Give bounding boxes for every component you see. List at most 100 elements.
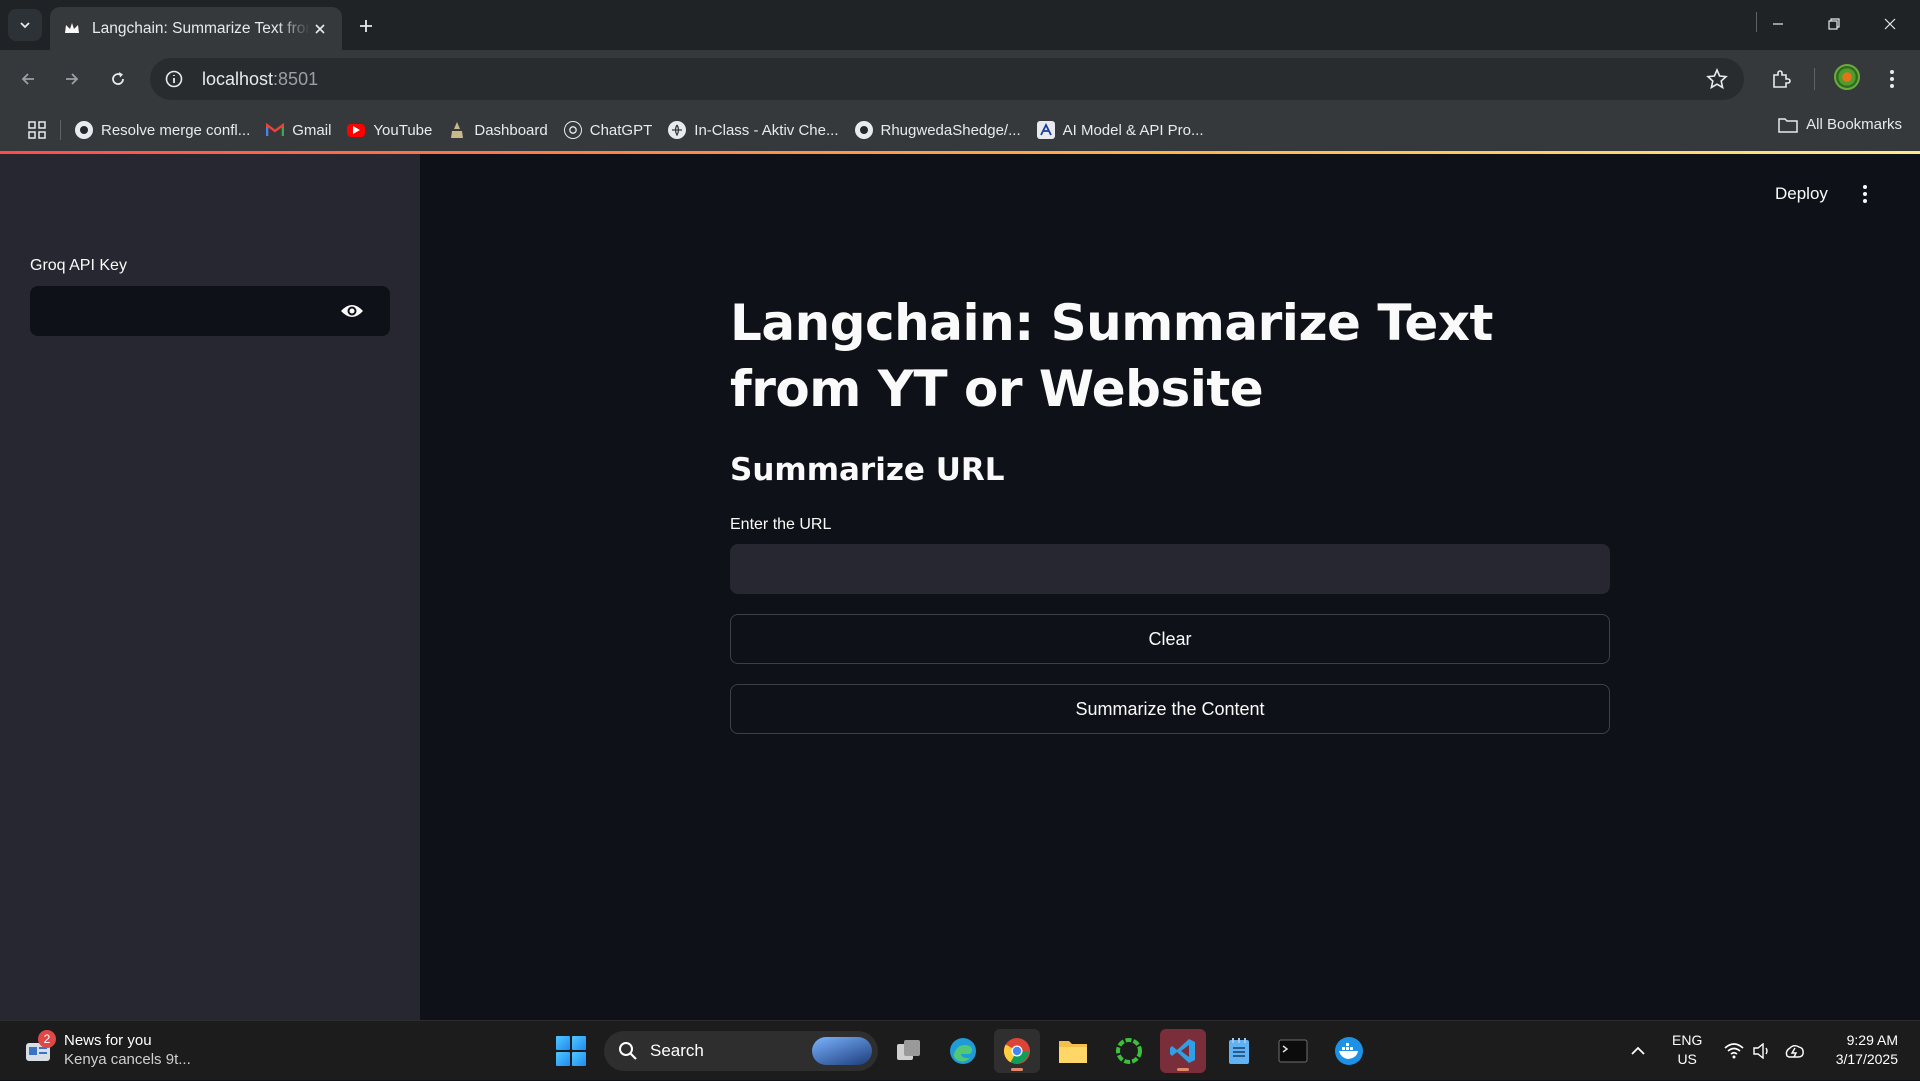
eye-icon[interactable]	[340, 301, 364, 321]
chevron-down-icon	[20, 22, 30, 29]
tab-search-button[interactable]	[8, 9, 42, 41]
bookmark-item[interactable]: In-Class - Aktiv Che...	[660, 116, 846, 144]
bookmark-star-icon[interactable]	[1706, 68, 1728, 90]
address-bar[interactable]: localhost:8501	[150, 58, 1744, 100]
bookmark-label: AI Model & API Pro...	[1062, 121, 1204, 139]
minimize-button[interactable]	[1756, 8, 1800, 40]
bookmark-item[interactable]: RhugwedaShedge/...	[847, 116, 1029, 144]
bookmark-label: Dashboard	[474, 121, 548, 139]
url-input-label: Enter the URL	[730, 516, 832, 533]
taskbar-search[interactable]: Search	[604, 1031, 878, 1071]
tab-title: Langchain: Summarize Text from YT or Web…	[92, 19, 310, 37]
restore-icon	[1828, 18, 1840, 30]
search-label: Search	[650, 1041, 704, 1060]
folder-icon	[1059, 1041, 1087, 1063]
bookmark-label: Gmail	[292, 121, 332, 139]
reload-button[interactable]	[102, 63, 134, 95]
extensions-button[interactable]	[1765, 63, 1797, 95]
language-code: ENG	[1672, 1032, 1703, 1048]
active-indicator	[1011, 1068, 1023, 1071]
chrome-icon	[1003, 1038, 1030, 1064]
chrome-app[interactable]	[994, 1029, 1040, 1073]
deploy-button[interactable]: Deploy	[1775, 184, 1828, 204]
notepad-icon	[1229, 1038, 1249, 1064]
wifi-button[interactable]	[1724, 1021, 1744, 1081]
bookmarks-divider	[60, 120, 61, 140]
search-icon	[619, 1042, 637, 1060]
url-input[interactable]	[730, 544, 1610, 594]
circle-app[interactable]	[1106, 1029, 1152, 1073]
all-bookmarks-button[interactable]: All Bookmarks	[1778, 116, 1902, 133]
bookmarks-divider	[1756, 12, 1757, 32]
bookmark-item[interactable]: ChatGPT	[556, 116, 661, 144]
browser-toolbar: localhost:8501	[0, 50, 1920, 108]
sidebar: Groq API Key	[0, 154, 420, 1020]
summarize-button[interactable]: Summarize the Content	[730, 684, 1610, 734]
terminal-icon	[1278, 1039, 1308, 1063]
notepad-app[interactable]	[1216, 1029, 1262, 1073]
close-window-button[interactable]	[1868, 8, 1912, 40]
volume-button[interactable]	[1752, 1021, 1772, 1081]
app-menu-button[interactable]	[1862, 184, 1868, 209]
app-body: Langchain: Summarize Text from YT or Web…	[730, 290, 1610, 734]
tray-overflow-button[interactable]	[1630, 1021, 1646, 1081]
apps-button[interactable]	[20, 116, 54, 144]
profile-avatar[interactable]	[1834, 64, 1860, 90]
forward-button[interactable]	[56, 63, 88, 95]
news-widget[interactable]: 2 News for you Kenya cancels 9t...	[24, 1030, 191, 1069]
docker-app[interactable]	[1326, 1029, 1372, 1073]
clear-button[interactable]: Clear	[730, 614, 1610, 664]
keyboard-region: US	[1677, 1051, 1697, 1067]
kebab-menu-icon	[1863, 185, 1867, 203]
bookmark-item[interactable]: Dashboard	[440, 116, 555, 144]
news-icon: 2	[24, 1030, 56, 1065]
task-view-button[interactable]	[886, 1029, 932, 1073]
vscode-app[interactable]	[1160, 1029, 1206, 1073]
battery-button[interactable]	[1784, 1021, 1806, 1081]
youtube-icon	[347, 123, 366, 137]
bookmark-item[interactable]: Gmail	[258, 116, 339, 144]
bookmark-item[interactable]: YouTube	[339, 116, 440, 144]
back-button[interactable]	[12, 63, 44, 95]
site-info-icon[interactable]	[164, 69, 184, 89]
minimize-icon	[1773, 23, 1783, 25]
start-button[interactable]	[556, 1036, 586, 1066]
apps-grid-icon	[28, 121, 46, 139]
subheader: Summarize URL	[730, 452, 1005, 488]
bookmark-label: Resolve merge confl...	[101, 121, 251, 139]
arrow-left-icon	[21, 73, 34, 85]
news-headline: Kenya cancels 9t...	[64, 1051, 191, 1068]
vscode-icon	[1170, 1039, 1195, 1063]
active-indicator	[1177, 1068, 1189, 1071]
file-explorer-app[interactable]	[1050, 1029, 1096, 1073]
notification-badge: 2	[38, 1030, 56, 1048]
bookmark-label: YouTube	[373, 121, 433, 139]
wifi-icon	[1724, 1043, 1744, 1059]
streamlit-crown-icon	[62, 19, 82, 39]
new-tab-button[interactable]	[352, 12, 380, 40]
edge-app[interactable]	[940, 1029, 986, 1073]
plus-icon	[360, 20, 372, 32]
restore-button[interactable]	[1812, 8, 1856, 40]
api-key-input[interactable]	[30, 286, 390, 336]
taskbar-clock[interactable]: 9:29 AM 3/17/2025	[1836, 1031, 1898, 1069]
browser-tab[interactable]: Langchain: Summarize Text from YT or Web…	[50, 7, 342, 50]
bookmark-item[interactable]: AI Model & API Pro...	[1029, 116, 1212, 144]
close-tab-icon[interactable]	[310, 19, 330, 39]
bookmark-item[interactable]: Resolve merge confl...	[67, 116, 258, 144]
search-highlight-image	[812, 1037, 872, 1065]
reload-icon	[112, 72, 124, 85]
terminal-app[interactable]	[1270, 1029, 1316, 1073]
chrome-menu-button[interactable]	[1876, 63, 1908, 95]
close-icon	[1884, 18, 1896, 30]
github-icon	[854, 121, 873, 139]
toolbar-divider	[1814, 68, 1815, 90]
github-icon	[75, 121, 93, 139]
edge-icon	[950, 1038, 976, 1064]
input-language[interactable]: ENG US	[1672, 1031, 1702, 1069]
chevron-up-icon	[1631, 1046, 1645, 1055]
speaker-icon	[1753, 1043, 1768, 1059]
api-key-label: Groq API Key	[30, 257, 127, 274]
bookmark-label: In-Class - Aktiv Che...	[694, 121, 839, 139]
puzzle-icon	[1773, 70, 1791, 88]
